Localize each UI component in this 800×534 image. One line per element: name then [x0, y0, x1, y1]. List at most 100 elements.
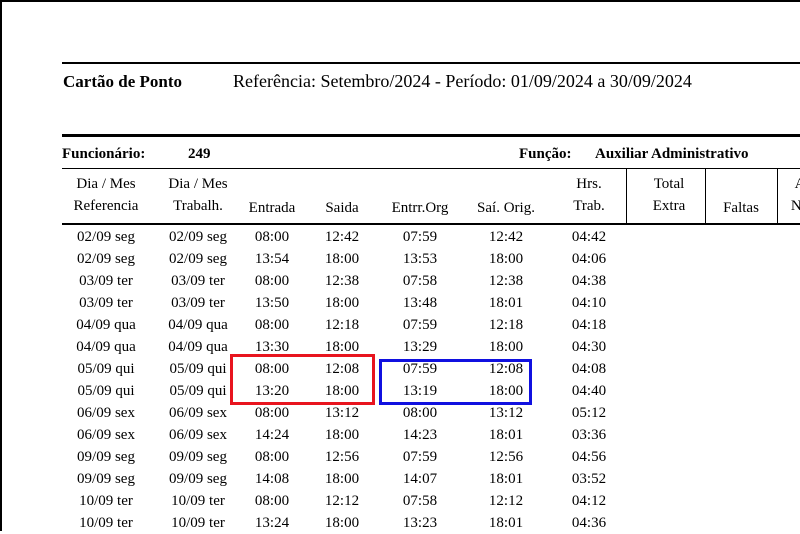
- table-cell: 02/09 seg: [169, 229, 227, 245]
- table-cell: 12:12: [324, 493, 360, 509]
- table-cell: 14:23: [402, 427, 438, 443]
- table-cell: 12:38: [324, 273, 360, 289]
- employee-number: 249: [188, 146, 211, 162]
- column-header: Trab.: [573, 198, 605, 214]
- window-left-border: [0, 0, 2, 531]
- table-cell: 18:00: [324, 295, 360, 311]
- column-header: Dia / Mes: [168, 176, 228, 192]
- table-cell: 18:00: [324, 427, 360, 443]
- table-cell: 13:50: [254, 295, 290, 311]
- table-cell: 06/09 sex: [169, 405, 227, 421]
- column-header: Total: [653, 176, 685, 192]
- table-cell: 08:00: [254, 405, 290, 421]
- table-cell: 08:00: [254, 273, 290, 289]
- column-header: No: [790, 198, 800, 214]
- table-cell: 02/09 seg: [77, 229, 135, 245]
- column-header: Dia / Mes: [76, 176, 136, 192]
- blue-highlight-box: [379, 359, 532, 405]
- column-header: Entrada: [248, 200, 296, 216]
- table-cell: 18:00: [324, 471, 360, 487]
- table-cell: 18:01: [488, 471, 524, 487]
- table-cell: 13:54: [254, 251, 290, 267]
- table-cell: 04/09 qua: [76, 317, 136, 333]
- table-cell: 03/09 ter: [171, 273, 225, 289]
- table-cell: 12:42: [324, 229, 360, 245]
- table-cell: 06/09 sex: [77, 427, 135, 443]
- table-cell: 12:38: [488, 273, 524, 289]
- table-cell: 10/09 ter: [79, 493, 133, 509]
- column-separator: [777, 169, 778, 223]
- column-header: Trabalh.: [173, 198, 223, 214]
- red-highlight-box: [230, 354, 375, 405]
- column-header: Referencia: [73, 198, 139, 214]
- table-cell: 12:12: [488, 493, 524, 509]
- table-cell: 07:58: [402, 493, 438, 509]
- table-cell: 08:00: [254, 229, 290, 245]
- table-cell: 04:40: [571, 383, 607, 399]
- column-header: Hrs.: [576, 176, 602, 192]
- table-cell: 03/09 ter: [79, 295, 133, 311]
- employee-label: Funcionário:: [62, 146, 146, 162]
- table-cell: 18:00: [488, 251, 524, 267]
- table-cell: 02/09 seg: [77, 251, 135, 267]
- table-cell: 08:00: [254, 493, 290, 509]
- table-cell: 12:18: [488, 317, 524, 333]
- table-cell: 09/09 seg: [77, 449, 135, 465]
- table-cell: 10/09 ter: [171, 493, 225, 509]
- table-cell: 18:01: [488, 295, 524, 311]
- table-cell: 13:29: [402, 339, 438, 355]
- role-label: Função:: [519, 146, 572, 162]
- table-cell: 03/09 ter: [171, 295, 225, 311]
- table-cell: 09/09 seg: [169, 449, 227, 465]
- table-cell: 04:18: [571, 317, 607, 333]
- table-cell: 04:08: [571, 361, 607, 377]
- table-cell: 05:12: [571, 405, 607, 421]
- column-separator: [626, 169, 627, 223]
- table-cell: 14:07: [402, 471, 438, 487]
- reference-period: Referência: Setembro/2024 - Período: 01/…: [233, 71, 692, 91]
- table-cell: 18:00: [324, 251, 360, 267]
- employee-top-rule: [62, 134, 800, 137]
- column-header: Entrr.Org: [391, 200, 449, 216]
- table-cell: 03:36: [571, 427, 607, 443]
- table-cell: 06/09 sex: [169, 427, 227, 443]
- table-cell: 04/09 qua: [76, 339, 136, 355]
- table-cell: 03:52: [571, 471, 607, 487]
- table-cell: 07:59: [402, 229, 438, 245]
- window-top-border: [0, 0, 800, 2]
- table-cell: 08:00: [254, 449, 290, 465]
- table-cell: 04/09 qua: [168, 317, 228, 333]
- table-cell: 18:00: [488, 339, 524, 355]
- table-cell: 04:30: [571, 339, 607, 355]
- column-header: A: [780, 173, 800, 195]
- table-cell: 08:00: [402, 405, 438, 421]
- table-header-bottom-rule: [62, 223, 800, 225]
- header-top-rule: [62, 62, 800, 64]
- table-cell: 12:42: [488, 229, 524, 245]
- table-cell: 09/09 seg: [77, 471, 135, 487]
- table-cell: 13:48: [402, 295, 438, 311]
- table-cell: 09/09 seg: [169, 471, 227, 487]
- table-cell: 05/09 qui: [77, 383, 135, 399]
- table-cell: 12:56: [488, 449, 524, 465]
- table-cell: 12:56: [324, 449, 360, 465]
- table-cell: 04:42: [571, 229, 607, 245]
- table-cell: 08:00: [254, 317, 290, 333]
- table-cell: 14:24: [254, 427, 290, 443]
- table-cell: 04:56: [571, 449, 607, 465]
- column-header: Faltas: [723, 200, 759, 216]
- role-value: Auxiliar Administrativo: [595, 146, 749, 162]
- column-header: Extra: [652, 198, 686, 214]
- table-cell: 14:08: [254, 471, 290, 487]
- column-header: Saí. Orig.: [477, 200, 535, 216]
- table-cell: 04:10: [571, 295, 607, 311]
- column-header: Saida: [325, 200, 359, 216]
- table-cell: 13:53: [402, 251, 438, 267]
- table-cell: 06/09 sex: [77, 405, 135, 421]
- table-cell: 05/09 qui: [169, 361, 227, 377]
- table-cell: 07:59: [402, 317, 438, 333]
- table-cell: 04:12: [571, 493, 607, 509]
- table-cell: 02/09 seg: [169, 251, 227, 267]
- table-cell: 04:06: [571, 251, 607, 267]
- table-cell: 07:59: [402, 449, 438, 465]
